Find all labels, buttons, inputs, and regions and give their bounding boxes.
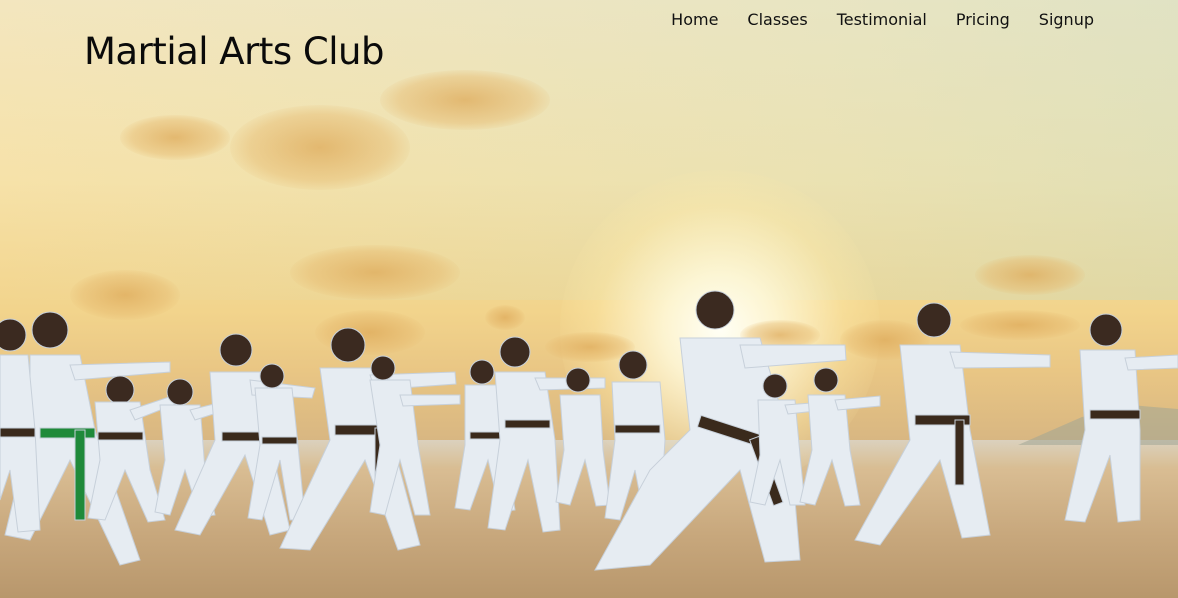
nav-pricing-link[interactable]: Pricing xyxy=(956,10,1010,29)
student-figure xyxy=(279,327,457,551)
nav-home-link[interactable]: Home xyxy=(671,10,718,29)
student-figure xyxy=(799,367,881,507)
nav-testimonial-link[interactable]: Testimonial xyxy=(837,10,927,29)
student-figure xyxy=(0,318,41,533)
student-figure xyxy=(854,302,1051,546)
site-title[interactable]: Martial Arts Club xyxy=(84,30,384,73)
nav-signup-link[interactable]: Signup xyxy=(1039,10,1094,29)
main-nav: Home Classes Testimonial Pricing Signup xyxy=(671,10,1094,29)
hero-section: Home Classes Testimonial Pricing Signup … xyxy=(0,0,1178,598)
nav-classes-link[interactable]: Classes xyxy=(747,10,807,29)
karate-students xyxy=(0,290,1178,571)
student-figure xyxy=(1064,313,1178,523)
